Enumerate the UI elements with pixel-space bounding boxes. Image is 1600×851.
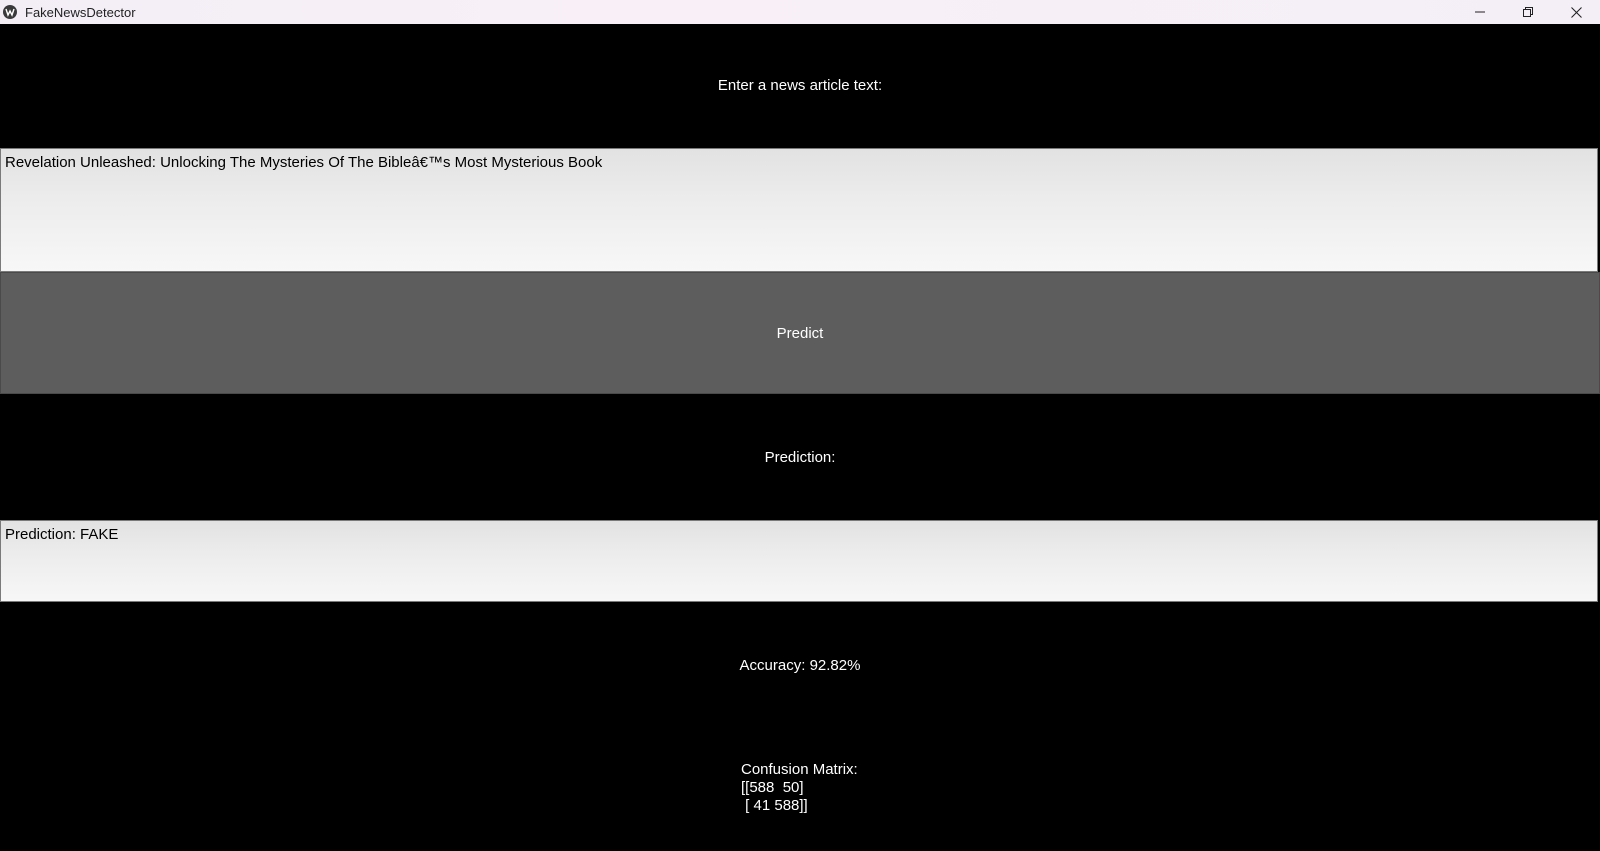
prediction-label: Prediction: <box>764 449 836 466</box>
input-label: Enter a news article text: <box>717 77 883 94</box>
close-icon <box>1570 6 1582 18</box>
confusion-matrix: Confusion Matrix: [[588 50] [ 41 588]] <box>741 761 858 815</box>
minimize-icon <box>1475 11 1485 13</box>
title-bar: FakeNewsDetector <box>0 0 1600 24</box>
article-text-input[interactable]: Revelation Unleashed: Unlocking The Myst… <box>0 148 1598 272</box>
app-logo-icon <box>3 5 17 19</box>
window-controls <box>1456 0 1600 24</box>
restore-icon <box>1523 7 1533 17</box>
confusion-matrix-row: [ 41 588]] <box>741 797 808 814</box>
restore-button[interactable] <box>1504 0 1552 24</box>
predict-button[interactable]: Predict <box>0 272 1600 394</box>
window-title: FakeNewsDetector <box>25 4 136 20</box>
prediction-output[interactable]: Prediction: FAKE <box>0 520 1598 602</box>
confusion-matrix-row: [[588 50] <box>741 779 804 796</box>
accuracy-text: Accuracy: 92.82% <box>739 657 861 674</box>
close-button[interactable] <box>1552 0 1600 24</box>
app-window: FakeNewsDetector Enter a news article te… <box>0 0 1600 851</box>
minimize-button[interactable] <box>1456 0 1504 24</box>
confusion-matrix-title: Confusion Matrix: <box>741 761 858 778</box>
